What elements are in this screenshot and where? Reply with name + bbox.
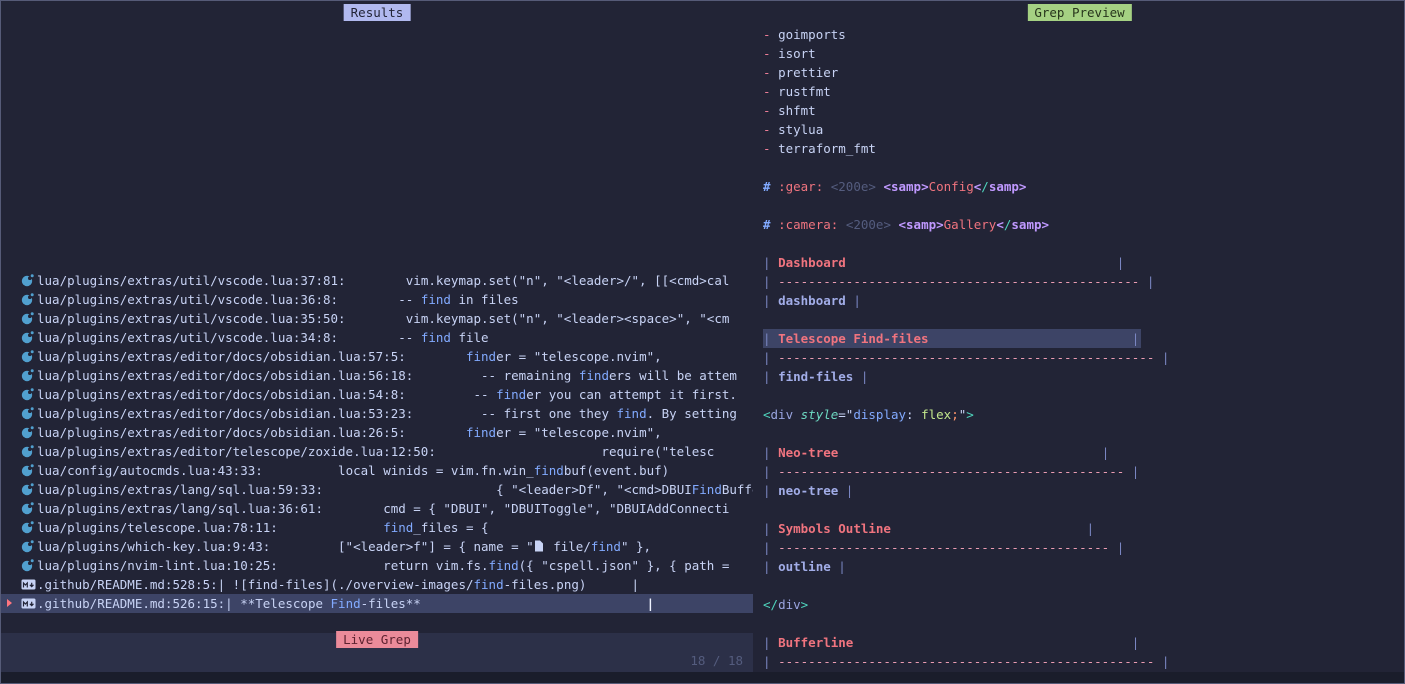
result-row[interactable]: lua/plugins/extras/editor/docs/obsidian.… [1, 404, 753, 423]
result-row[interactable]: lua/plugins/extras/editor/telescope/zoxi… [1, 442, 753, 461]
preview-line [763, 158, 1405, 177]
preview-line: | --------------------------------------… [763, 272, 1405, 291]
selection-caret-icon [7, 599, 12, 607]
markdown-icon [21, 577, 37, 594]
preview-pane: Grep Preview - goimports- isort- prettie… [753, 1, 1405, 684]
preview-line [763, 614, 1405, 633]
preview-line [763, 310, 1405, 329]
preview-line: - goimports [763, 25, 1405, 44]
preview-line: | find-files | [763, 367, 1405, 386]
preview-line: | dashboard | [763, 291, 1405, 310]
preview-line: # :gear: <200e> <samp>Config</samp> [763, 177, 1405, 196]
preview-line: | outline | [763, 557, 1405, 576]
preview-title: Grep Preview [1027, 4, 1131, 21]
lua-icon [21, 368, 37, 385]
bottom-strip [1, 672, 1404, 683]
lua-icon [21, 330, 37, 347]
result-row[interactable]: lua/plugins/which-key.lua:9:43: ["<leade… [1, 537, 753, 556]
results-list: lua/plugins/extras/util/vscode.lua:37:81… [1, 271, 753, 613]
file-icon [534, 538, 546, 556]
preview-line [763, 424, 1405, 443]
result-row[interactable]: .github/README.md:526:15:| **Telescope F… [1, 594, 753, 613]
lua-icon [21, 292, 37, 309]
lua-icon [21, 558, 37, 575]
lua-icon [21, 539, 37, 556]
preview-line: | Dashboard | [763, 253, 1405, 272]
preview-line: - terraform_fmt [763, 139, 1405, 158]
prompt-pane[interactable]: Live Grep find 18 / 18 [1, 633, 753, 673]
result-row[interactable]: lua/config/autocmds.lua:43:33: local win… [1, 461, 753, 480]
lua-icon [21, 349, 37, 366]
preview-line: - prettier [763, 63, 1405, 82]
preview-line: - rustfmt [763, 82, 1405, 101]
preview-content: - goimports- isort- prettier- rustfmt- s… [763, 25, 1405, 671]
result-counter: 18 / 18 [690, 651, 743, 670]
prompt-line[interactable]: find 18 / 18 [9, 651, 745, 670]
markdown-icon [21, 596, 37, 613]
prompt-title: Live Grep [336, 631, 418, 648]
preview-line: | --------------------------------------… [763, 462, 1405, 481]
preview-line: | Symbols Outline | [763, 519, 1405, 538]
preview-line [763, 576, 1405, 595]
lua-icon [21, 444, 37, 461]
result-row[interactable]: lua/plugins/extras/lang/sql.lua:36:61: c… [1, 499, 753, 518]
result-row[interactable]: lua/plugins/extras/util/vscode.lua:35:50… [1, 309, 753, 328]
result-row[interactable]: .github/README.md:528:5:| ![find-files](… [1, 575, 753, 594]
lua-icon [21, 501, 37, 518]
telescope-window: Results lua/plugins/extras/util/vscode.l… [0, 0, 1405, 684]
preview-line [763, 234, 1405, 253]
lua-icon [21, 406, 37, 423]
preview-line: | --------------------------------------… [763, 348, 1405, 367]
lua-icon [21, 520, 37, 537]
preview-line: | --------------------------------------… [763, 652, 1405, 671]
result-row[interactable]: lua/plugins/extras/util/vscode.lua:34:8:… [1, 328, 753, 347]
preview-match-highlight: | Telescope Find-files | [763, 329, 1141, 348]
result-row[interactable]: lua/plugins/telescope.lua:78:11: find_fi… [1, 518, 753, 537]
result-row[interactable]: lua/plugins/extras/editor/docs/obsidian.… [1, 366, 753, 385]
lua-icon [21, 482, 37, 499]
result-row[interactable]: lua/plugins/extras/editor/docs/obsidian.… [1, 385, 753, 404]
result-row[interactable]: lua/plugins/extras/lang/sql.lua:59:33: {… [1, 480, 753, 499]
lua-icon [21, 273, 37, 290]
preview-line: | Neo-tree | [763, 443, 1405, 462]
result-row[interactable]: lua/plugins/nvim-lint.lua:10:25: return … [1, 556, 753, 575]
preview-line: | neo-tree | [763, 481, 1405, 500]
preview-line [763, 386, 1405, 405]
lua-icon [21, 425, 37, 442]
results-title: Results [344, 4, 411, 21]
result-row[interactable]: lua/plugins/extras/util/vscode.lua:36:8:… [1, 290, 753, 309]
preview-line [763, 196, 1405, 215]
result-row[interactable]: lua/plugins/extras/editor/docs/obsidian.… [1, 347, 753, 366]
preview-line: <div style="display: flex;"> [763, 405, 1405, 424]
preview-line: - stylua [763, 120, 1405, 139]
preview-line [763, 500, 1405, 519]
preview-line: | --------------------------------------… [763, 538, 1405, 557]
result-row[interactable]: lua/plugins/extras/editor/docs/obsidian.… [1, 423, 753, 442]
lua-icon [21, 387, 37, 404]
preview-line: - isort [763, 44, 1405, 63]
result-row[interactable]: lua/plugins/extras/util/vscode.lua:37:81… [1, 271, 753, 290]
preview-line: | Bufferline | [763, 633, 1405, 652]
preview-line: # :camera: <200e> <samp>Gallery</samp> [763, 215, 1405, 234]
preview-line: </div> [763, 595, 1405, 614]
preview-line: | Telescope Find-files | [763, 329, 1405, 348]
lua-icon [21, 311, 37, 328]
lua-icon [21, 463, 37, 480]
preview-line: - shfmt [763, 101, 1405, 120]
results-pane: Results lua/plugins/extras/util/vscode.l… [1, 1, 753, 631]
